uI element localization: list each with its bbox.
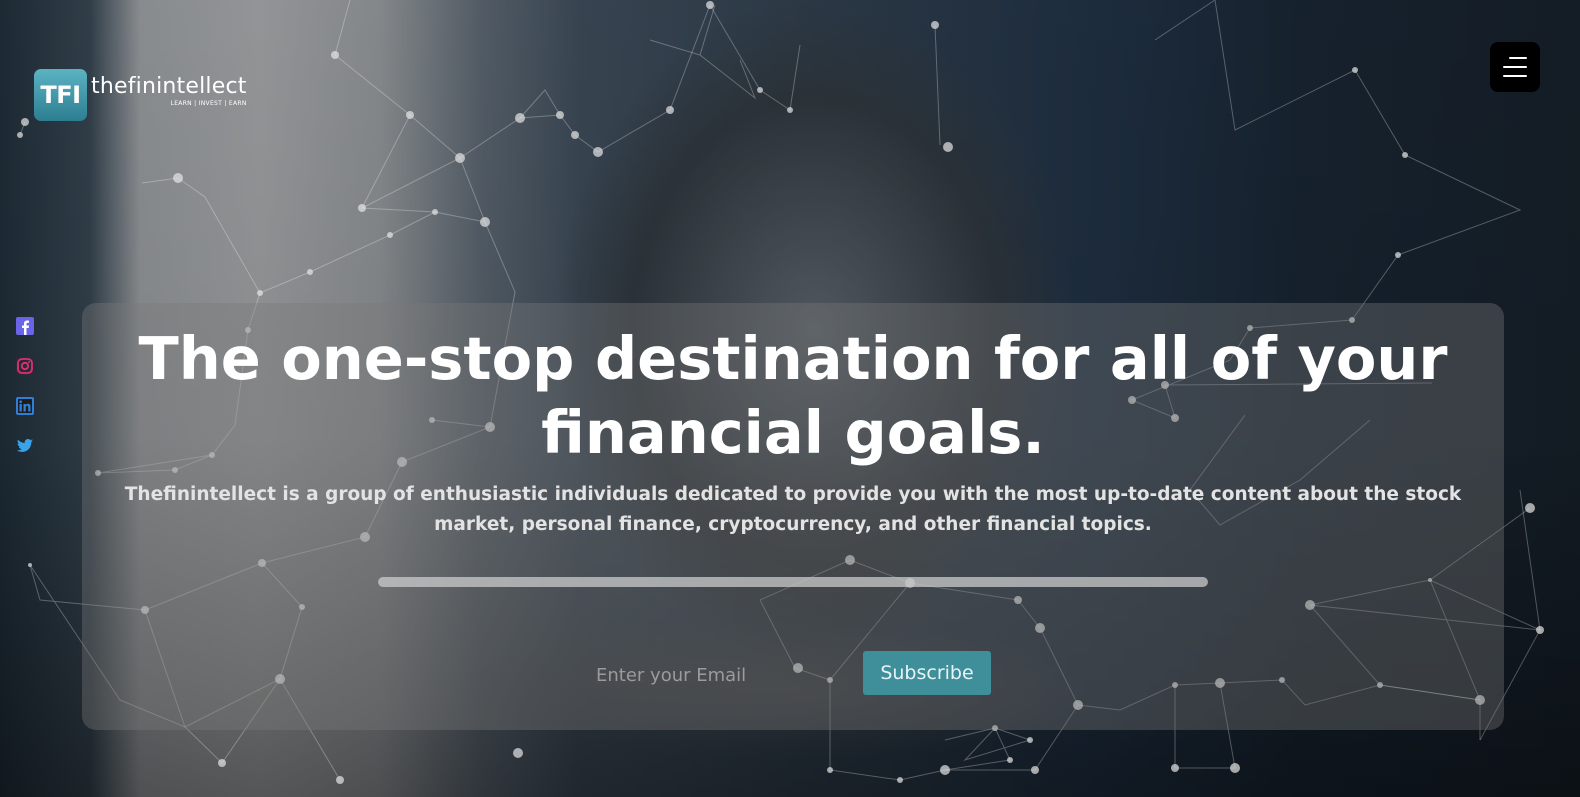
hamburger-menu-icon [1509, 57, 1527, 59]
linkedin-icon[interactable] [16, 397, 34, 415]
progress-bar-fill [378, 577, 1208, 587]
hamburger-menu-icon-bar [1503, 66, 1527, 68]
logo-name: thefinintellect [91, 74, 247, 99]
hero-description: Thefinintellect is a group of enthusiast… [124, 484, 1462, 535]
subscribe-button[interactable]: Subscribe [863, 651, 991, 695]
hero-title: The one-stop destination for all of your… [138, 324, 1448, 467]
logo-tagline: LEARN | INVEST | EARN [170, 100, 247, 107]
logo-wordmark: thefinintellect LEARN | INVEST | EARN [91, 74, 247, 107]
hamburger-menu-icon-bar [1503, 75, 1527, 77]
progress-bar [378, 577, 1208, 587]
site-logo[interactable]: TFI thefinintellect LEARN | INVEST | EAR… [34, 69, 247, 121]
logo-badge: TFI [34, 69, 87, 121]
facebook-icon[interactable] [16, 317, 34, 335]
social-links [16, 317, 34, 455]
email-input[interactable] [580, 655, 835, 695]
hamburger-menu-button[interactable] [1490, 42, 1540, 92]
twitter-icon[interactable] [16, 437, 34, 455]
instagram-icon[interactable] [16, 357, 34, 375]
